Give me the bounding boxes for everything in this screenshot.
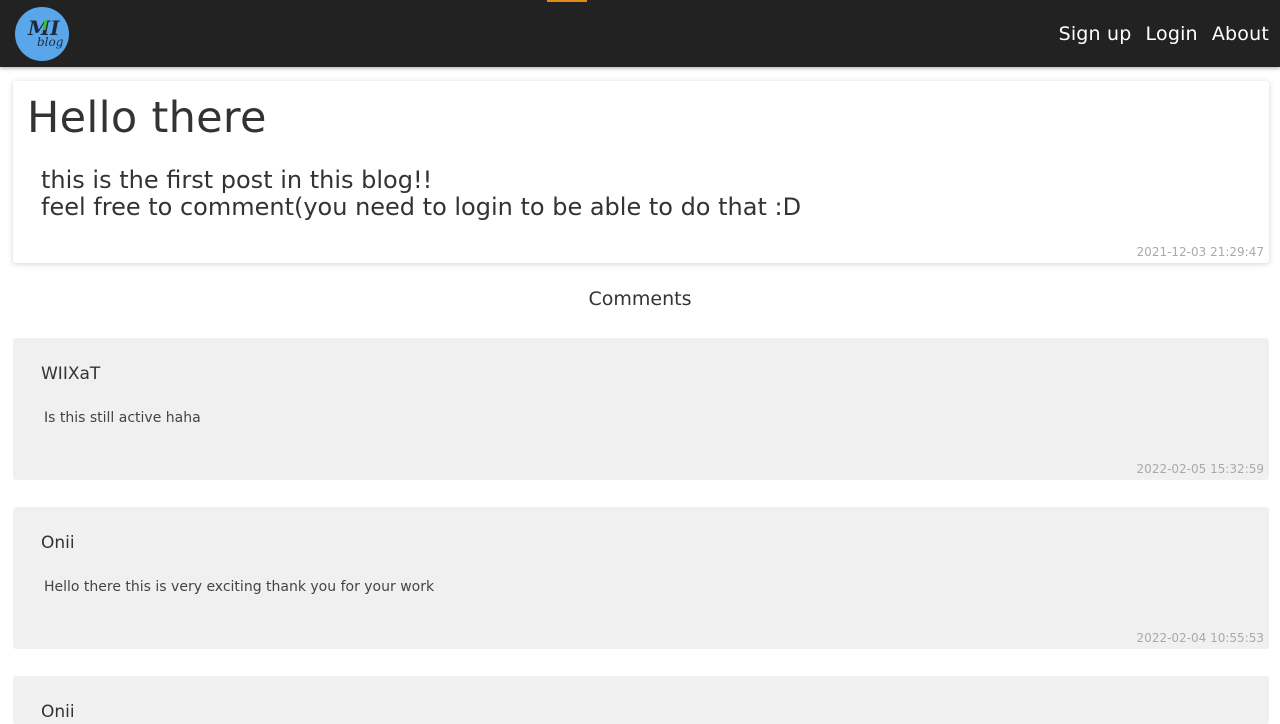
signup-link[interactable]: Sign up: [1059, 23, 1132, 45]
comment-card: Onii: [13, 676, 1269, 724]
comment-card: Onii Hello there this is very exciting t…: [13, 507, 1269, 649]
top-navbar: MI blog Sign up Login About: [0, 0, 1280, 67]
comment-author: Onii: [41, 533, 75, 553]
comment-card: WIIXaT Is this still active haha 2022-02…: [13, 338, 1269, 480]
blog-logo-icon[interactable]: MI blog: [15, 7, 69, 61]
post-body-line: feel free to comment(you need to login t…: [41, 193, 802, 221]
post-body: this is the first post in this blog!! fe…: [41, 167, 801, 221]
comment-author: WIIXaT: [41, 364, 101, 384]
blog-logo-graphic: MI blog: [27, 16, 64, 49]
comment-timestamp: 2022-02-05 15:32:59: [1136, 462, 1264, 476]
post-timestamp: 2021-12-03 21:29:47: [1136, 245, 1264, 259]
login-link[interactable]: Login: [1146, 23, 1198, 45]
nav-links: Sign up Login About: [1059, 0, 1269, 67]
comments-heading: Comments: [588, 288, 692, 310]
logo-accent-mark: [42, 19, 48, 31]
comment-text: Is this still active haha: [44, 410, 201, 426]
comment-timestamp: 2022-02-04 10:55:53: [1136, 631, 1264, 645]
post-title: Hello there: [27, 93, 267, 143]
post-card: Hello there this is the first post in th…: [13, 81, 1269, 263]
about-link[interactable]: About: [1212, 23, 1269, 45]
nav-accent-bar: [547, 0, 587, 2]
comment-text: Hello there this is very exciting thank …: [44, 579, 435, 595]
comment-author: Onii: [41, 702, 75, 722]
logo-secondary-text: blog: [37, 35, 64, 49]
post-body-line: this is the first post in this blog!!: [41, 166, 433, 194]
